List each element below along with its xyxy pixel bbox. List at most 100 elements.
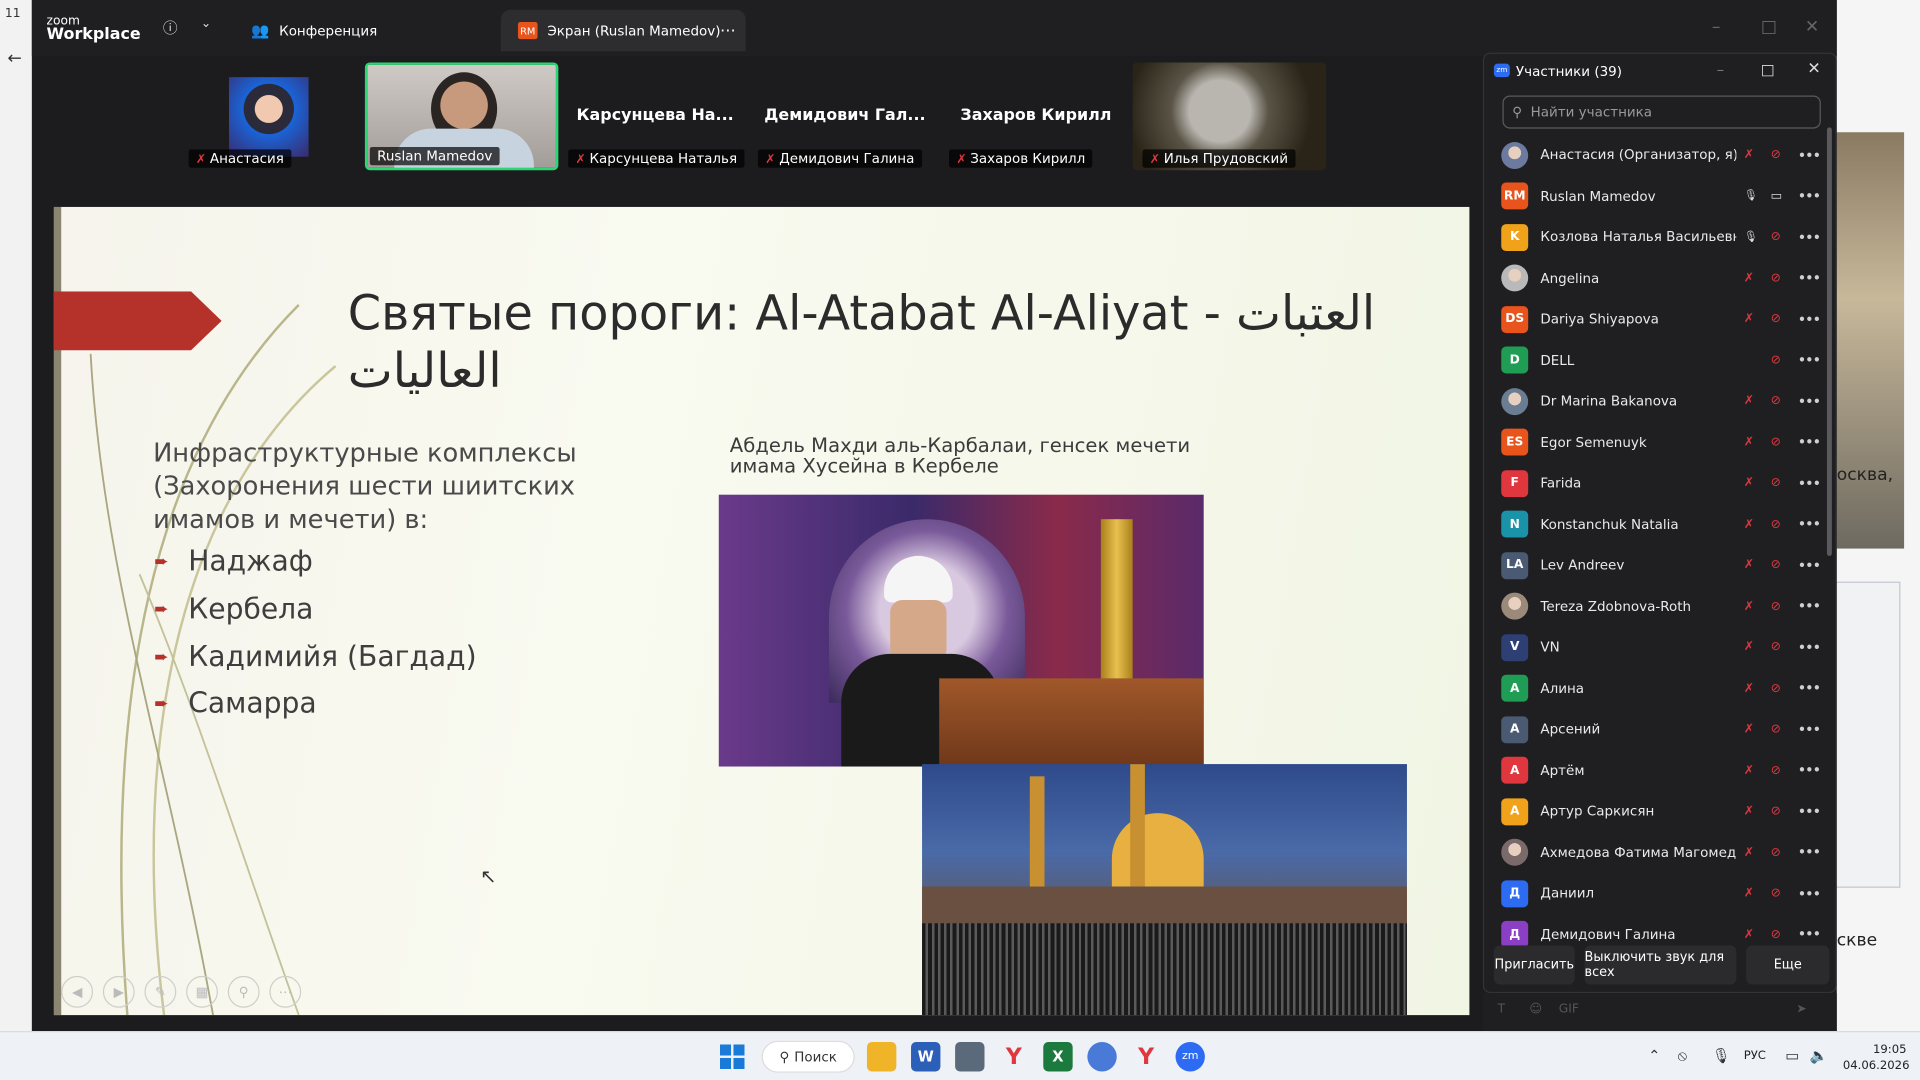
camera-off-icon[interactable]: ⊘ (1771, 148, 1781, 161)
more-icon[interactable]: ••• (1798, 434, 1822, 451)
more-icon[interactable]: ••• (1798, 639, 1822, 656)
participant-row[interactable]: K Козлова Наталья Васильевна 🎙 ⊘ ••• (1484, 217, 1827, 258)
tray-chevron-icon[interactable]: ⌃ (1648, 1047, 1660, 1064)
next-slide-icon[interactable]: ▶ (102, 975, 135, 1008)
mic-muted-icon[interactable]: ✗ (1744, 805, 1754, 818)
display-icon[interactable]: ▭ (1785, 1047, 1799, 1064)
more-icon[interactable]: ••• (1798, 844, 1822, 861)
participant-row[interactable]: LA Lev Andreev ✗ ⊘ ••• (1484, 545, 1827, 586)
participant-row[interactable]: Tereza Zdobnova-Roth ✗ ⊘ ••• (1484, 586, 1827, 627)
participant-row[interactable]: RM Ruslan Mamedov 🎙 ▭ ••• (1484, 176, 1827, 217)
camera-off-icon[interactable]: ⊘ (1771, 436, 1781, 449)
camera-off-icon[interactable]: ⊘ (1771, 354, 1781, 367)
camera-off-icon[interactable]: ⊘ (1771, 231, 1781, 244)
slides-icon[interactable]: ▦ (186, 975, 218, 1008)
participant-row[interactable]: Dr Marina Bakanova ✗ ⊘ ••• (1484, 381, 1827, 422)
panel-popout-icon[interactable]: □ (1761, 61, 1775, 78)
yandex-icon[interactable]: Y (1131, 1042, 1160, 1071)
camera-off-icon[interactable]: ⊘ (1771, 477, 1781, 490)
tab-screen-share[interactable]: RM Экран (Ruslan Mamedov) ⋯ (500, 9, 746, 52)
calculator-icon[interactable] (955, 1042, 985, 1072)
more-icon[interactable]: ••• (1798, 188, 1822, 205)
more-icon[interactable]: ••• (1798, 885, 1822, 902)
participant-row[interactable]: Анастасия (Организатор, я) ✗ ⊘ ••• (1484, 135, 1827, 176)
more-icon[interactable]: ⋯ (720, 21, 736, 39)
camera-on-icon[interactable]: ▭ (1771, 189, 1783, 202)
info-icon[interactable]: ⓘ (163, 17, 178, 38)
minimize-icon[interactable]: – (1712, 17, 1721, 37)
camera-off-icon[interactable]: ⊘ (1771, 682, 1781, 695)
more-icon[interactable]: ••• (1798, 270, 1822, 287)
more-icon[interactable]: ••• (1798, 680, 1822, 697)
video-tile[interactable]: Демидович Гал... ✗ Демидович Галина (748, 62, 941, 170)
tab-conference[interactable]: 👥 Конференция (234, 10, 491, 52)
panel-minimize-icon[interactable]: – (1717, 61, 1724, 78)
emoji-icon[interactable]: ☺ (1529, 1003, 1542, 1016)
mic-on-icon[interactable]: 🎙 (1744, 190, 1758, 202)
zoom-taskbar-icon[interactable]: zm (1175, 1042, 1205, 1072)
maximize-icon[interactable]: □ (1761, 17, 1777, 37)
camera-off-icon[interactable]: ⊘ (1771, 805, 1781, 818)
video-tile[interactable]: ✗ Илья Прудовский (1132, 62, 1327, 171)
excel-icon[interactable]: X (1043, 1042, 1073, 1072)
participant-row[interactable]: V VN ✗ ⊘ ••• (1484, 627, 1827, 668)
camera-off-icon[interactable]: ⊘ (1771, 764, 1781, 777)
mic-muted-icon[interactable]: ✗ (1744, 395, 1754, 408)
mic-on-icon[interactable]: 🎙 (1744, 231, 1758, 243)
language-indicator[interactable]: РУС (1744, 1049, 1766, 1062)
camera-off-icon[interactable]: ⊘ (1771, 313, 1781, 326)
more-icon[interactable]: ••• (1798, 598, 1822, 615)
pen-icon[interactable]: ✎ (144, 975, 177, 1008)
microphone-icon[interactable]: 🎙 (1712, 1047, 1731, 1064)
camera-off-icon[interactable]: ⊘ (1771, 723, 1781, 736)
camera-off-icon[interactable]: ⊘ (1771, 272, 1781, 285)
camera-off-icon[interactable]: ⊘ (1771, 600, 1781, 613)
taskbar-search-button[interactable]: ⚲ Поиск (761, 1040, 855, 1073)
video-tile[interactable]: Карсунцева На... ✗ Карсунцева Наталья (558, 62, 751, 170)
mic-muted-icon[interactable]: ✗ (1744, 723, 1754, 736)
participant-row[interactable]: Angelina ✗ ⊘ ••• (1484, 258, 1827, 299)
gif-icon[interactable]: GIF (1559, 1003, 1579, 1016)
windows-start-icon[interactable] (718, 1042, 747, 1071)
camera-off-icon[interactable]: ⊘ (1771, 559, 1781, 572)
camera-off-icon[interactable]: ⊘ (1771, 641, 1781, 654)
more-icon[interactable]: ••• (1798, 311, 1822, 328)
mic-muted-icon[interactable]: ✗ (1744, 436, 1754, 449)
mic-muted-icon[interactable]: ✗ (1744, 887, 1754, 900)
chevron-down-icon[interactable]: ⌄ (201, 17, 211, 30)
participant-row[interactable]: A Арсений ✗ ⊘ ••• (1484, 709, 1827, 750)
mic-muted-icon[interactable]: ✗ (1744, 641, 1754, 654)
mic-muted-icon[interactable]: ✗ (1744, 764, 1754, 777)
more-options-icon[interactable]: ⋯ (269, 975, 302, 1008)
mute-all-button[interactable]: Выключить звук для всех (1584, 945, 1737, 985)
participant-row[interactable]: A Алина ✗ ⊘ ••• (1484, 668, 1827, 709)
zoom-icon[interactable]: ⚲ (227, 975, 260, 1008)
video-tile[interactable]: Захаров Кирилл ✗ Захаров Кирилл (939, 62, 1132, 170)
network-icon[interactable]: ⦸ (1678, 1047, 1688, 1065)
participant-row[interactable]: N Konstanchuk Natalia ✗ ⊘ ••• (1484, 504, 1827, 545)
close-icon[interactable]: ✕ (1805, 17, 1819, 37)
settings-icon[interactable] (1087, 1042, 1117, 1072)
text-format-icon[interactable]: T (1498, 1003, 1505, 1016)
participant-row[interactable]: A Артур Саркисян ✗ ⊘ ••• (1484, 791, 1827, 832)
mic-muted-icon[interactable]: ✗ (1744, 313, 1754, 326)
more-icon[interactable]: ••• (1798, 147, 1822, 164)
mic-muted-icon[interactable]: ✗ (1744, 272, 1754, 285)
participant-row[interactable]: DS Dariya Shiyapova ✗ ⊘ ••• (1484, 299, 1827, 340)
mic-muted-icon[interactable]: ✗ (1744, 600, 1754, 613)
participant-row[interactable]: ES Egor Semenuyk ✗ ⊘ ••• (1484, 422, 1827, 463)
mic-muted-icon[interactable]: ✗ (1744, 928, 1754, 941)
camera-off-icon[interactable]: ⊘ (1771, 846, 1781, 859)
participant-search-input[interactable]: ⚲ Найти участника (1502, 95, 1821, 129)
more-icon[interactable]: ••• (1798, 352, 1822, 369)
volume-icon[interactable]: 🔈 (1810, 1047, 1828, 1064)
panel-close-icon[interactable]: ✕ (1807, 60, 1820, 78)
more-icon[interactable]: ••• (1798, 803, 1822, 820)
participant-row[interactable]: F Farida ✗ ⊘ ••• (1484, 463, 1827, 504)
clock[interactable]: 19:05 04.06.2026 (1843, 1042, 1910, 1074)
participant-row[interactable]: Ахмедова Фатима Магомедов... ✗ ⊘ ••• (1484, 832, 1827, 873)
participant-row[interactable]: Д Даниил ✗ ⊘ ••• (1484, 873, 1827, 914)
camera-off-icon[interactable]: ⊘ (1771, 928, 1781, 941)
more-icon[interactable]: ••• (1798, 393, 1822, 410)
yandex-browser-icon[interactable]: Y (999, 1042, 1028, 1071)
